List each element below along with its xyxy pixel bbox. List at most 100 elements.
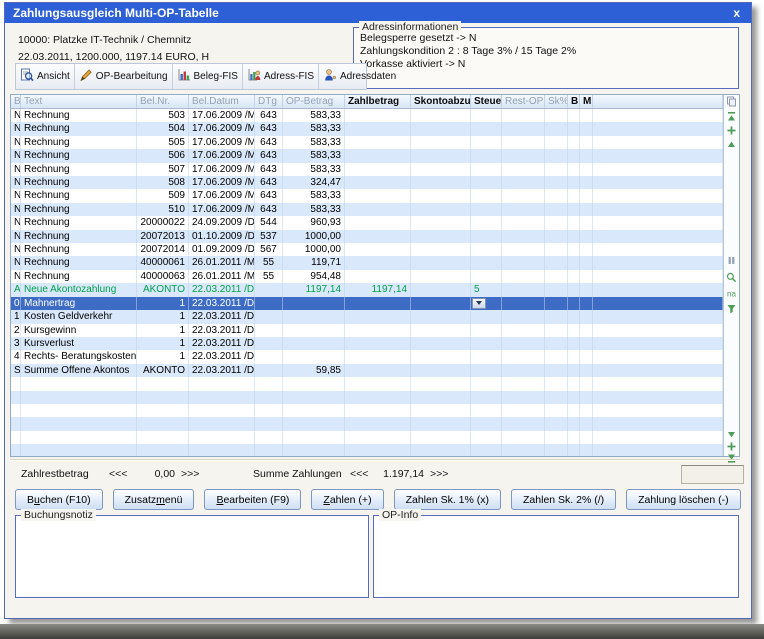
column-header-filler[interactable] xyxy=(593,95,723,108)
cell-steue xyxy=(471,203,502,216)
toolbar-item-adress-fis[interactable]: Adress-FIS xyxy=(243,64,319,89)
column-header-dtg[interactable]: DTg xyxy=(255,95,283,108)
cell-sk xyxy=(545,189,568,202)
column-header-text[interactable]: Text xyxy=(21,95,137,108)
cell-sk xyxy=(545,377,568,390)
op-row[interactable]: SSumme Offene AkontosAKONTO22.03.2011 /D… xyxy=(11,364,723,377)
op-row[interactable]: NRechnung50717.06.2009 /Mi643583,33 xyxy=(11,163,723,176)
op-row[interactable] xyxy=(11,444,723,456)
cell-belnr: 505 xyxy=(137,136,189,149)
cell-zahlbetrag xyxy=(345,256,411,269)
row-append-icon[interactable] xyxy=(726,441,737,452)
op-row[interactable]: NRechnung2000002224.09.2009 /Do544960,93 xyxy=(11,216,723,229)
column-header-skontoabzug[interactable]: Skontoabzug xyxy=(411,95,471,108)
values-icon[interactable]: na xyxy=(726,288,737,299)
row-insert-icon[interactable] xyxy=(726,125,737,136)
cell-text: Rechnung xyxy=(21,256,137,269)
op-row[interactable]: NRechnung50517.06.2009 /Mi643583,33 xyxy=(11,136,723,149)
cell-steue xyxy=(471,404,502,417)
cell-beldatum: 26.01.2011 /Mi xyxy=(189,270,255,283)
scroll-down-icon[interactable] xyxy=(726,429,737,440)
column-header-belnr[interactable]: Bel.Nr. xyxy=(137,95,189,108)
cell-belnr: 1 xyxy=(137,350,189,363)
op-row[interactable]: ANeue AkontozahlungAKONTO22.03.2011 /Di1… xyxy=(11,283,723,296)
toolbar-item-ansicht[interactable]: Ansicht xyxy=(16,64,75,89)
toolbar-item-beleg-fis[interactable]: Beleg-FIS xyxy=(173,64,243,89)
op-row[interactable] xyxy=(11,404,723,417)
customer-line: 10000: Platzke IT-Technik / Chemnitz xyxy=(18,34,191,46)
cell-sk xyxy=(545,216,568,229)
op-row[interactable]: NRechnung4000006126.01.2011 /Mi55119,71 xyxy=(11,256,723,269)
column-header-m[interactable]: M xyxy=(580,95,593,108)
cell-sk xyxy=(545,109,568,122)
column-header-steue[interactable]: Steue xyxy=(471,95,502,108)
op-row[interactable] xyxy=(11,417,723,430)
cell-zahlbetrag xyxy=(345,364,411,377)
copy-icon[interactable] xyxy=(726,96,737,107)
op-row[interactable]: NRechnung50817.06.2009 /Mi643324,47 xyxy=(11,176,723,189)
toolbar-item-adressdaten[interactable]: Adressdaten xyxy=(319,64,400,89)
columns-icon[interactable] xyxy=(726,255,737,266)
op-row[interactable]: NRechnung51017.06.2009 /Mi643583,33 xyxy=(11,203,723,216)
cell-steue xyxy=(471,256,502,269)
button-zusatzmenü[interactable]: Zusatzmenü xyxy=(113,489,195,510)
op-row[interactable]: NRechnung50917.06.2009 /Mi643583,33 xyxy=(11,189,723,202)
op-row[interactable]: NRechnung50417.06.2009 /Mi643583,33 xyxy=(11,122,723,135)
op-row[interactable]: 2Kursgewinn122.03.2011 /Di xyxy=(11,324,723,337)
cell-b2 xyxy=(568,297,580,310)
cell-dtg xyxy=(255,350,283,363)
op-row[interactable] xyxy=(11,431,723,444)
button-buchen-f10[interactable]: Buchen (F10) xyxy=(15,489,103,510)
scroll-first-icon[interactable] xyxy=(726,111,737,122)
column-header-opbetrag[interactable]: OP-Betrag xyxy=(283,95,345,108)
cell-filler xyxy=(593,176,723,189)
column-header-zahlbetrag[interactable]: Zahlbetrag xyxy=(345,95,411,108)
op-row[interactable]: NRechnung2007201301.10.2009 /Do5371000,0… xyxy=(11,230,723,243)
op-row[interactable] xyxy=(11,377,723,390)
op-row[interactable]: 3Kursverlust122.03.2011 /Di xyxy=(11,337,723,350)
button-bearbeiten-f9[interactable]: Bearbeiten (F9) xyxy=(204,489,301,510)
column-header-sk[interactable]: Sk% xyxy=(545,95,568,108)
steue-dropdown-button[interactable] xyxy=(472,298,486,309)
op-row[interactable]: 1Kosten Geldverkehr122.03.2011 /Di xyxy=(11,310,723,323)
cell-skontoabzug xyxy=(411,364,471,377)
column-header-beldatum[interactable]: Bel.Datum xyxy=(189,95,255,108)
op-row[interactable]: NRechnung2007201401.09.2009 /Di5671000,0… xyxy=(11,243,723,256)
column-header-b2[interactable]: B xyxy=(568,95,580,108)
cell-b2 xyxy=(568,404,580,417)
button-zahlen[interactable]: Zahlen (+) xyxy=(311,489,383,510)
op-info-input[interactable] xyxy=(374,516,738,597)
cell-sk xyxy=(545,176,568,189)
op-row[interactable]: NRechnung4000006326.01.2011 /Mi55954,48 xyxy=(11,270,723,283)
cell-belnr: 40000063 xyxy=(137,270,189,283)
cell-steue: 5 xyxy=(471,283,502,296)
button-zahlen-sk-1-x[interactable]: Zahlen Sk. 1% (x) xyxy=(394,489,501,510)
op-row-selected[interactable]: 0Mahnertrag122.03.2011 /Di xyxy=(11,297,723,310)
cell-opbetrag: 583,33 xyxy=(283,109,345,122)
cell-steue xyxy=(471,310,502,323)
cell-dtg: 55 xyxy=(255,256,283,269)
cell-text: Rechnung xyxy=(21,136,137,149)
op-row[interactable]: NRechnung50617.06.2009 /Mi643583,33 xyxy=(11,149,723,162)
button-zahlen-sk-2[interactable]: Zahlen Sk. 2% (/) xyxy=(511,489,616,510)
filter-icon[interactable] xyxy=(726,303,737,314)
column-header-b[interactable]: B xyxy=(11,95,21,108)
button-zahlung-löschen[interactable]: Zahlung löschen (-) xyxy=(626,489,740,510)
cell-filler xyxy=(593,324,723,337)
close-icon[interactable]: x xyxy=(730,3,743,23)
op-row[interactable]: 4Rechts- Beratungskosten122.03.2011 /Di xyxy=(11,350,723,363)
search-icon[interactable] xyxy=(726,272,737,283)
column-header-restop[interactable]: Rest-OP xyxy=(502,95,545,108)
cell-m xyxy=(580,163,593,176)
title-bar[interactable]: Zahlungsausgleich Multi-OP-Tabelle x xyxy=(5,3,751,23)
op-row[interactable]: NRechnung50317.06.2009 /Mi643583,33 xyxy=(11,109,723,122)
op-row[interactable] xyxy=(11,391,723,404)
buchungsnotiz-input[interactable] xyxy=(16,516,368,597)
cell-beldatum xyxy=(189,431,255,444)
cell-restop xyxy=(502,377,545,390)
cell-m xyxy=(580,216,593,229)
cell-text xyxy=(21,417,137,430)
toolbar-item-op-bearbeitung[interactable]: OP-Bearbeitung xyxy=(75,64,173,89)
scroll-up-icon[interactable] xyxy=(726,138,737,149)
cell-sk xyxy=(545,417,568,430)
